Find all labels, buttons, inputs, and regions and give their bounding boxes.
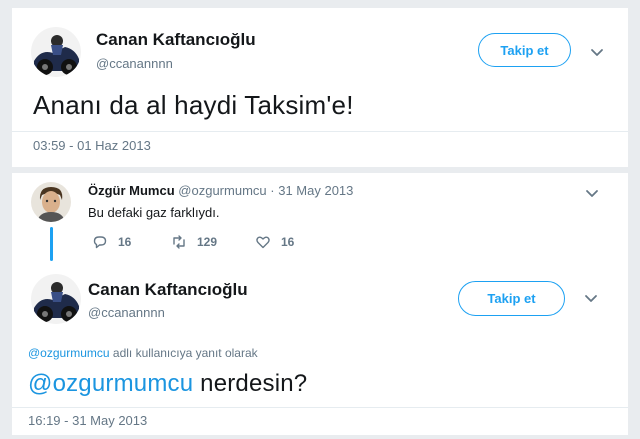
parent-avatar-image [31,182,71,222]
parent-chevron-down-icon[interactable] [584,185,600,201]
reply-text-mention[interactable]: @ozgurmumcu [28,370,193,397]
reply-timestamp[interactable]: 16:19 - 31 May 2013 [28,413,147,428]
reply-tweet-text: @ozgurmumcu nerdesin? [28,370,307,398]
like-action[interactable]: 16 [255,234,294,250]
reply-chevron-down-icon[interactable] [583,290,599,306]
parent-header: Özgür Mumcu @ozgurmumcu · 31 May 2013 [88,183,353,198]
author-name[interactable]: Canan Kaftancıoğlu [96,30,256,50]
chevron-down-icon[interactable] [589,44,605,60]
reply-text-rest: nerdesin? [193,370,308,397]
retweet-count: 129 [197,235,218,249]
parent-date[interactable]: 31 May 2013 [278,183,353,198]
retweet-action[interactable]: 129 [171,234,217,250]
reply-count: 16 [118,235,132,249]
tweet-card-main: Canan Kaftancıoğlu @ccanannnn Takip et A… [12,8,628,167]
parent-tweet-text: Bu defaki gaz farklıydı. [88,205,220,220]
reply-follow-button[interactable]: Takip et [458,281,565,316]
replying-to-suffix: adlı kullanıcıya yanıt olarak [112,346,258,360]
reply-avatar[interactable] [31,274,81,324]
parent-author-name[interactable]: Özgür Mumcu [88,183,175,198]
like-icon [255,234,271,250]
retweet-icon [171,234,187,250]
parent-author-handle[interactable]: @ozgurmumcu [178,183,266,198]
replying-to-line: @ozgurmumcu adlı kullanıcıya yanıt olara… [28,346,258,360]
replying-to-mention[interactable]: @ozgurmumcu [28,346,110,360]
follow-button[interactable]: Takip et [478,33,571,67]
reply-author-name[interactable]: Canan Kaftancıoğlu [88,280,248,300]
reply-author-handle[interactable]: @ccanannnn [88,305,165,320]
tweet-card-reply-thread: Özgür Mumcu @ozgurmumcu · 31 May 2013 Bu… [12,173,628,435]
reply-avatar-image [31,274,81,324]
divider [12,131,628,132]
reply-icon [92,234,108,250]
tweet-timestamp[interactable]: 03:59 - 01 Haz 2013 [33,138,151,153]
header-separator: · [270,183,275,198]
reply-action[interactable]: 16 [92,234,131,250]
author-handle[interactable]: @ccanannnn [96,56,173,71]
avatar[interactable] [31,27,81,77]
like-count: 16 [281,235,295,249]
tweet-text: Ananı da al haydi Taksim'e! [33,90,354,120]
avatar-image [31,27,81,77]
thread-connector-line [50,227,53,261]
reply-divider [12,407,628,408]
parent-avatar[interactable] [31,182,71,222]
